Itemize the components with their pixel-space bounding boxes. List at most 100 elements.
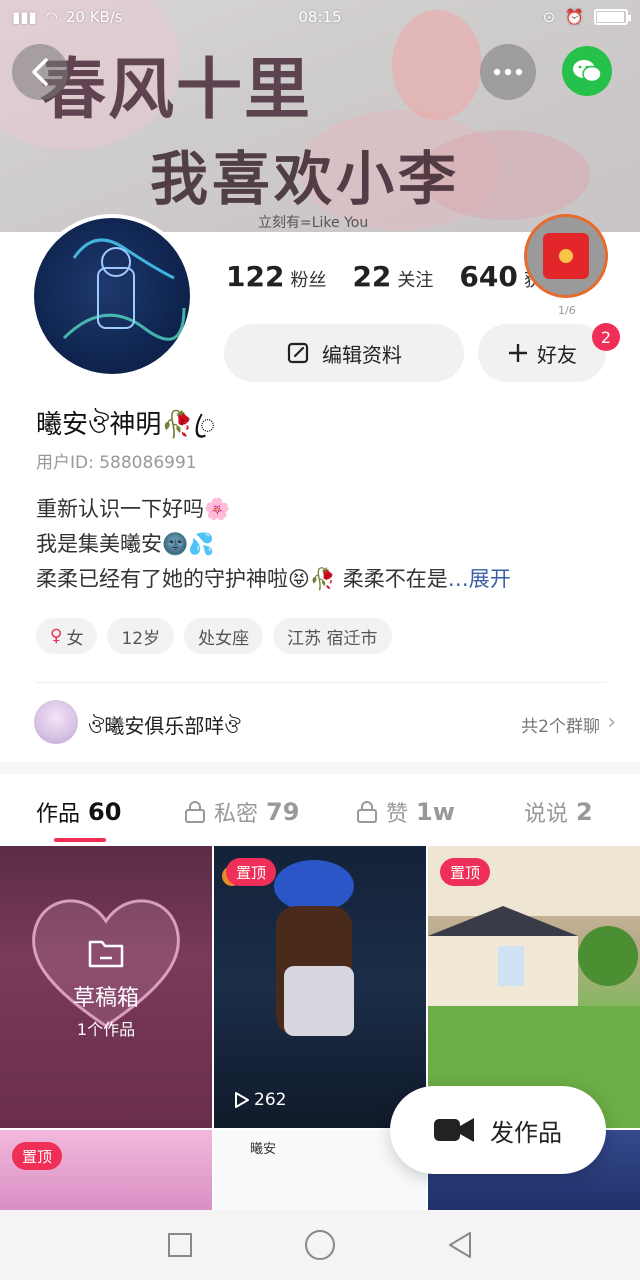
pinned-badge: 置顶 xyxy=(440,858,491,886)
post-work-button[interactable]: 发作品 xyxy=(390,1086,606,1174)
video-thumbnail-image xyxy=(222,860,354,1036)
user-id[interactable]: 用户ID: 588086991 xyxy=(36,448,197,473)
wechat-icon xyxy=(573,60,602,83)
bio-line-text: 柔柔已经有了她的守护神啦😝🥀 柔柔不在是 xyxy=(36,567,448,591)
lock-icon xyxy=(357,801,377,823)
divider xyxy=(36,682,606,683)
lock-rotation-icon: ⊙ xyxy=(542,8,556,26)
tile-caption: 曦安 xyxy=(250,1142,277,1157)
bio-expand-link[interactable]: …展开 xyxy=(448,567,511,591)
wechat-share-button[interactable] xyxy=(562,46,612,96)
stat-following[interactable]: 22 关注 xyxy=(352,260,433,293)
battery-icon xyxy=(594,9,631,25)
status-bar: ▮▮▮ ◠ 20 KB/s 08:15 ⊙ ⏰ xyxy=(0,0,640,34)
system-navigation-bar xyxy=(0,1210,640,1280)
video-camera-icon xyxy=(434,1118,474,1142)
stat-followers[interactable]: 122 粉丝 xyxy=(226,260,326,293)
banner-headline: 春风十里 xyxy=(40,50,312,128)
play-count-value: 262 xyxy=(254,1090,287,1110)
friend-request-badge: 2 xyxy=(592,323,620,351)
play-count: 262 xyxy=(234,1090,286,1110)
avatar[interactable] xyxy=(30,214,194,378)
home-button[interactable] xyxy=(303,1228,337,1262)
circle-icon xyxy=(305,1230,335,1260)
tab-count: 60 xyxy=(88,798,122,826)
wifi-icon: ◠ xyxy=(44,8,58,26)
drafts-title: 草稿箱 xyxy=(72,986,139,1011)
triangle-back-icon xyxy=(449,1232,471,1258)
drafts-tile[interactable]: 草稿箱 1个作品 xyxy=(0,846,212,1128)
back-arrow-icon xyxy=(32,58,48,86)
profile-tags: ♀ 女 12岁 处女座 江苏 宿迁市 xyxy=(36,618,392,654)
pinned-badge: 置顶 xyxy=(12,1142,63,1170)
system-back-button[interactable] xyxy=(443,1228,477,1262)
tab-count: 1w xyxy=(416,798,455,826)
status-clock: 08:15 xyxy=(298,8,342,26)
tag-label: 江苏 宿迁市 xyxy=(287,628,378,649)
net-speed: 20 KB/s xyxy=(65,8,123,26)
signal-icon: ▮▮▮ xyxy=(12,8,37,26)
tag-zodiac: 处女座 xyxy=(184,618,264,654)
tab-label: 说说 xyxy=(524,802,569,827)
more-button[interactable] xyxy=(480,44,536,100)
tab-likes[interactable]: 赞 1w xyxy=(356,796,455,828)
pinned-badge: 置顶 xyxy=(226,858,277,886)
tab-posts[interactable]: 说说 2 xyxy=(524,796,593,828)
edit-profile-label: 编辑资料 xyxy=(322,342,402,367)
square-icon xyxy=(168,1233,192,1257)
video-tile[interactable]: 置顶 262 xyxy=(214,846,426,1128)
tab-works[interactable]: 作品 60 xyxy=(36,796,121,828)
tab-private[interactable]: 私密 79 xyxy=(184,796,299,828)
recents-button[interactable] xyxy=(163,1228,197,1262)
video-tile[interactable]: 置顶 xyxy=(0,1130,212,1210)
edit-profile-button[interactable]: 编辑资料 xyxy=(224,324,464,382)
group-name: ঔ曦安俱乐部咩ঔ xyxy=(88,714,241,738)
alarm-icon: ⏰ xyxy=(565,8,584,26)
tag-label: 12岁 xyxy=(121,628,161,649)
more-dots-icon xyxy=(493,68,523,76)
stat-label: 关注 xyxy=(397,270,434,291)
bio-line: 柔柔已经有了她的守护神啦😝🥀 柔柔不在是…展开 xyxy=(36,562,511,597)
drafts-count: 1个作品 xyxy=(76,1020,136,1039)
tab-label: 作品 xyxy=(36,802,81,827)
content-tabs: 作品 60 私密 79 赞 1w 说说 2 xyxy=(0,774,640,846)
profile-banner: 春风十里 我喜欢小李 立刻有=Like You ▮▮▮ ◠ 20 KB/s 08… xyxy=(0,0,640,232)
bio: 重新认识一下好吗🌸 我是集美曦安🌚💦 柔柔已经有了她的守护神啦😝🥀 柔柔不在是…… xyxy=(36,492,511,597)
banner-subline: 我喜欢小李 xyxy=(150,145,461,213)
chevron-right-icon: › xyxy=(607,710,616,735)
red-packet-counter: 1/6 xyxy=(558,304,576,317)
tag-age: 12岁 xyxy=(107,618,175,654)
group-chat-row[interactable]: ঔ曦安俱乐部咩ঔ 共2个群聊 › xyxy=(0,696,640,752)
plus-icon xyxy=(509,344,527,362)
group-count: 共2个群聊 xyxy=(521,717,600,737)
stat-number: 122 xyxy=(226,260,285,293)
post-work-label: 发作品 xyxy=(490,1118,562,1147)
tab-count: 2 xyxy=(576,798,593,826)
red-packet-button[interactable] xyxy=(524,214,608,298)
banner-small-text: 立刻有=Like You xyxy=(258,215,369,231)
lock-icon xyxy=(185,801,205,823)
play-icon xyxy=(235,1092,249,1108)
folder-icon xyxy=(88,940,124,968)
red-envelope-icon xyxy=(543,233,589,279)
stat-label: 粉丝 xyxy=(290,270,327,291)
stat-number: 22 xyxy=(352,260,392,293)
active-tab-indicator xyxy=(54,838,106,842)
edit-icon xyxy=(287,342,309,364)
tag-gender: ♀ 女 xyxy=(36,618,98,654)
profile-stats: 122 粉丝 22 关注 640 获赞 xyxy=(226,260,560,293)
tab-count: 79 xyxy=(266,798,300,826)
stat-number: 640 xyxy=(459,260,518,293)
bio-line: 重新认识一下好吗🌸 xyxy=(36,497,231,521)
tag-label: 女 xyxy=(66,628,84,649)
tab-label: 私密 xyxy=(214,802,259,827)
tag-location: 江苏 宿迁市 xyxy=(273,618,392,654)
tag-label: 处女座 xyxy=(198,628,250,649)
group-avatar xyxy=(34,700,78,744)
section-gap xyxy=(0,762,640,774)
back-button[interactable] xyxy=(12,44,68,100)
add-friend-label: 好友 xyxy=(537,342,577,367)
tab-label: 赞 xyxy=(386,802,409,827)
bio-line: 我是集美曦安🌚💦 xyxy=(36,532,215,556)
add-friend-button[interactable]: 好友 xyxy=(478,324,606,382)
